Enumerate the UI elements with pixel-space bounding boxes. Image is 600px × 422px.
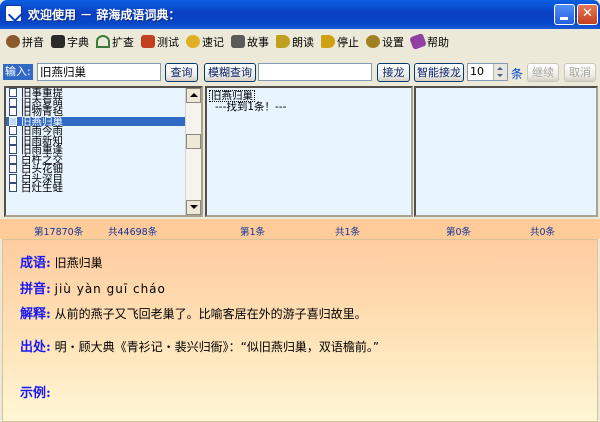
scroll-up-icon[interactable]	[186, 88, 201, 103]
idiom-list-items: 旧事重提 旧态复萌 旧物青毡 旧燕归巢 旧雨今雨 旧雨新知 旧雨重逢 白杵之交 白头花钿 白头深目…	[6, 88, 201, 193]
app-icon[interactable]	[5, 5, 22, 22]
smart-solitaire-button[interactable]: 智能接龙	[414, 63, 464, 82]
document-icon	[9, 164, 17, 173]
idiom-list[interactable]: 旧事重提 旧态复萌 旧物青毡 旧燕归巢 旧雨今雨 旧雨新知 旧雨重逢 白杵之交 白头花钿 白头深目…	[4, 86, 203, 217]
fuzzy-query-button[interactable]: 模糊查询	[204, 63, 256, 82]
face-icon	[6, 35, 20, 48]
document-icon	[9, 183, 17, 192]
tool-help-button[interactable]: 帮助	[409, 32, 449, 52]
current-index: 第17870条	[34, 227, 84, 238]
total-count: 共44698条	[108, 227, 158, 238]
document-icon	[9, 173, 17, 183]
detail-panel: 成语: 旧燕归巢 拼音: jiù yàn guī cháo 解释: 从前的燕子又…	[2, 239, 598, 422]
extra-current-index: 第0条	[446, 227, 472, 238]
tool-read-aloud-button[interactable]: 朗读	[276, 32, 314, 52]
idiom-row: 成语: 旧燕归巢	[20, 252, 103, 271]
idiom-value: 旧燕归巢	[54, 256, 103, 270]
speaker-icon	[276, 35, 290, 48]
extra-total-count: 共0条	[530, 227, 556, 238]
pinyin-row: 拼音: jiù yàn guī cháo	[20, 278, 166, 297]
document-icon	[9, 88, 17, 97]
tool-label: 故事	[247, 35, 269, 49]
meaning-value: 从前的燕子又飞回老巢了。比喻客居在外的游子喜归故里。	[54, 307, 367, 321]
book-icon	[51, 35, 65, 48]
tool-label: 测试	[157, 35, 179, 49]
document-icon	[9, 154, 17, 164]
vehicle-icon	[141, 35, 155, 48]
document-icon	[9, 126, 17, 135]
tool-label: 停止	[337, 35, 359, 49]
search-input[interactable]: 旧燕归巢	[37, 63, 161, 81]
minimize-button[interactable]	[554, 4, 575, 25]
network-icon	[96, 35, 110, 48]
secondary-input[interactable]	[258, 63, 372, 81]
document-icon	[9, 97, 17, 107]
tool-test-button[interactable]: 测试	[141, 32, 179, 52]
tool-label: 字典	[67, 35, 89, 49]
stepper-buttons[interactable]	[493, 64, 507, 80]
count-unit: 条	[511, 67, 524, 81]
count-stepper[interactable]: 10	[467, 63, 508, 81]
speaker-stop-icon	[321, 35, 335, 48]
tool-settings-button[interactable]: 设置	[366, 32, 404, 52]
arrow-down-icon[interactable]	[497, 74, 503, 77]
continue-button[interactable]: 继续	[527, 63, 559, 82]
result-list[interactable]: 旧燕归巢 ---找到1条！---	[205, 86, 413, 217]
source-value: 明・顾大典《青衫记・裴兴归衙》：“似旧燕归巢，双语檐前。”	[54, 340, 380, 354]
close-button[interactable]: ✕	[577, 4, 598, 25]
tool-label: 速记	[202, 35, 224, 49]
scroll-thumb[interactable]	[186, 134, 201, 149]
source-label: 出处:	[20, 340, 51, 355]
meaning-row: 解释: 从前的燕子又飞回老巢了。比喻客居在外的游子喜归故里。	[20, 303, 367, 322]
result-found-message: ---找到1条！---	[215, 101, 287, 113]
pinyin-value: jiù yàn guī cháo	[54, 282, 166, 296]
count-value: 10	[470, 65, 484, 78]
document-icon	[9, 145, 17, 154]
tool-stop-button[interactable]: 停止	[321, 32, 359, 52]
meaning-label: 解释:	[20, 307, 51, 322]
tool-story-button[interactable]: 故事	[231, 32, 269, 52]
list-item-label: 白灶生蛙	[21, 182, 63, 194]
status-row: 第17870条 共44698条 第1条 共1条 第0条 共0条	[0, 219, 600, 239]
pinyin-label: 拼音:	[20, 282, 51, 297]
extra-list[interactable]	[414, 86, 598, 217]
solitaire-button[interactable]: 接龙	[377, 63, 410, 82]
help-book-icon	[409, 32, 427, 51]
smiley-icon	[186, 35, 200, 48]
tool-expand-search-button[interactable]: 扩查	[96, 32, 134, 52]
tool-dictionary-button[interactable]: 字典	[51, 32, 89, 52]
list-item[interactable]: 白灶生蛙	[6, 183, 201, 193]
close-icon: ✕	[582, 6, 593, 21]
source-row: 出处: 明・顾大典《青衫记・裴兴归衙》：“似旧燕归巢，双语檐前。”	[20, 336, 379, 355]
query-button[interactable]: 查询	[165, 63, 198, 82]
tool-label: 设置	[382, 35, 404, 49]
document-icon	[9, 107, 17, 116]
document-icon	[9, 116, 17, 126]
document-icon	[9, 135, 17, 145]
search-bar: 输入: 旧燕归巢 查询 模糊查询 接龙 智能接龙 10 条 继续 取消	[0, 56, 600, 88]
toolbar: 拼音 字典 扩查 测试 速记 故事 朗读 停止 设置 帮助	[0, 29, 600, 54]
tool-label: 扩查	[112, 35, 134, 49]
scroll-down-icon[interactable]	[186, 200, 201, 215]
film-icon	[231, 35, 245, 48]
input-label: 输入:	[3, 64, 33, 80]
idiom-label: 成语:	[20, 256, 51, 271]
tool-pinyin-button[interactable]: 拼音	[6, 32, 44, 52]
tool-label: 帮助	[427, 35, 449, 49]
arrow-up-icon[interactable]	[497, 67, 503, 70]
cancel-button[interactable]: 取消	[564, 63, 596, 82]
vertical-scrollbar[interactable]	[185, 88, 201, 215]
example-label: 示例:	[20, 386, 51, 401]
title-bar: 欢迎使用 － 辞海成语词典： ✕	[0, 0, 600, 29]
tool-label: 朗读	[292, 35, 314, 49]
window-title: 欢迎使用 － 辞海成语词典：	[28, 8, 181, 22]
gear-icon	[366, 35, 380, 48]
result-current-index: 第1条	[240, 227, 266, 238]
tool-memorize-button[interactable]: 速记	[186, 32, 224, 52]
tool-label: 拼音	[22, 35, 44, 49]
result-total-count: 共1条	[335, 227, 361, 238]
example-row: 示例:	[20, 382, 51, 401]
